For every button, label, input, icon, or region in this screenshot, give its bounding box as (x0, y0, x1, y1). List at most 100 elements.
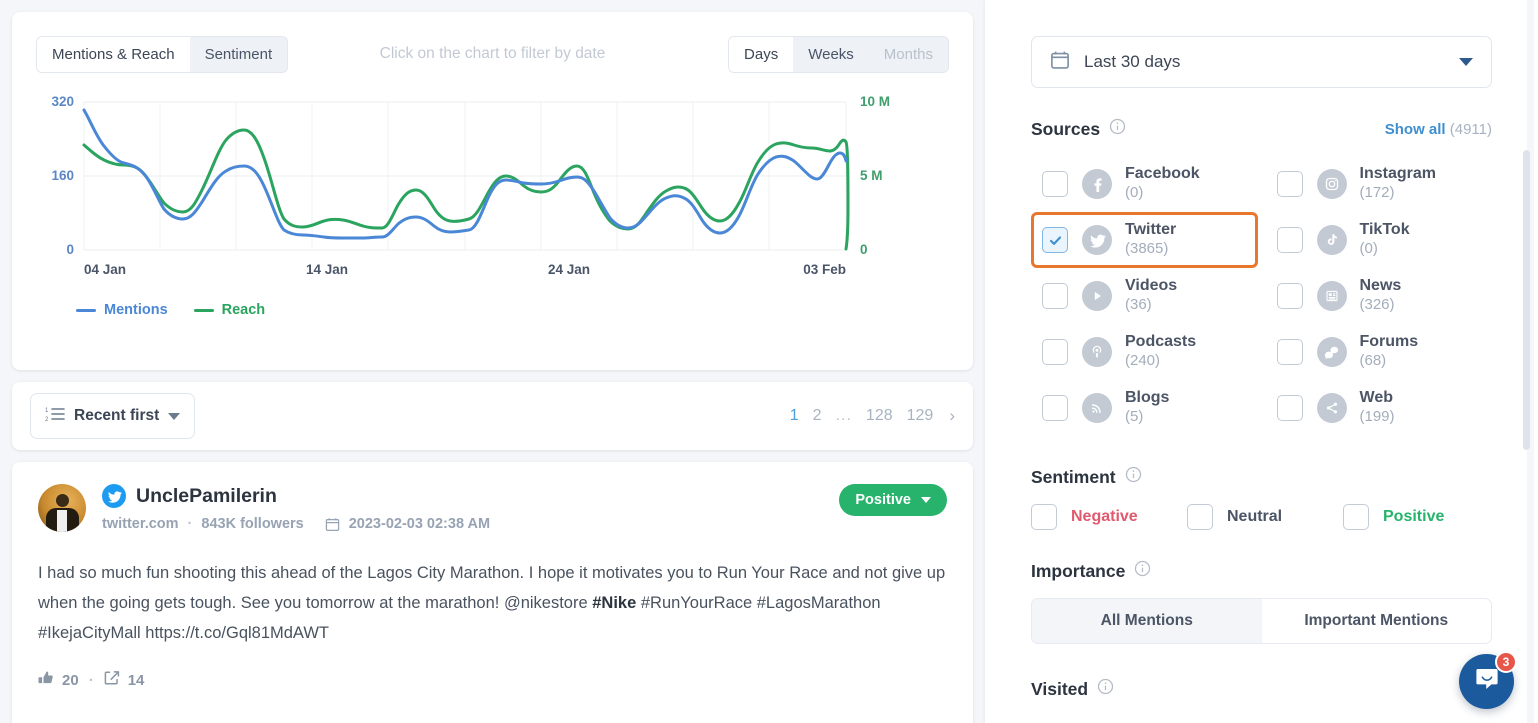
pagination[interactable]: 1 2 ... 128 129 › (790, 406, 955, 426)
tiktok-icon (1316, 225, 1347, 255)
sort-list-icon: 1 2 (45, 405, 65, 428)
chart-card: Mentions & Reach Sentiment Click on the … (12, 12, 973, 370)
source-item-videos[interactable]: Videos (36) (1031, 268, 1258, 324)
sort-order-select[interactable]: 1 2 Recent first (30, 393, 196, 439)
source-item-forums[interactable]: Forums (68) (1266, 324, 1493, 380)
line-chart[interactable]: 320 160 0 10 M 5 M 0 04 Jan 14 Jan 24 Ja… (36, 88, 949, 318)
avatar[interactable] (38, 484, 86, 532)
importance-option-all[interactable]: All Mentions (1032, 599, 1262, 643)
source-count-forums: (68) (1359, 352, 1387, 369)
intercom-launcher-button[interactable]: 3 (1459, 651, 1517, 709)
source-checkbox-instagram[interactable] (1276, 171, 1303, 197)
x-axis-tick-14-jan: 14 Jan (306, 262, 348, 277)
source-checkbox-news[interactable] (1276, 283, 1303, 309)
next-page-button[interactable]: › (947, 406, 955, 426)
sources-title: Sources (1031, 118, 1101, 139)
source-name-blogs: Blogs (1125, 389, 1170, 407)
tab-months: Months (868, 36, 948, 72)
svg-text:1: 1 (45, 408, 49, 414)
info-icon[interactable] (1097, 678, 1114, 700)
tab-weeks[interactable]: Weeks (793, 36, 869, 72)
chart-metric-tabs[interactable]: Mentions & Reach Sentiment (36, 35, 289, 73)
sources-header: Sources Show all (4911) (1031, 118, 1492, 140)
sidebar-scrollbar-track[interactable] (1523, 0, 1534, 723)
source-item-twitter[interactable]: Twitter (3865) (1031, 212, 1258, 268)
page-ellipsis: ... (835, 407, 852, 424)
chart-svg[interactable]: 320 160 0 10 M 5 M 0 04 Jan 14 Jan 24 Ja… (36, 88, 966, 288)
importance-option-important[interactable]: Important Mentions (1262, 599, 1492, 643)
importance-toggle[interactable]: All Mentions Important Mentions (1031, 598, 1492, 644)
mention-sentiment-badge[interactable]: Positive (839, 484, 947, 516)
visited-title: Visited (1031, 678, 1089, 699)
source-count-instagram: (172) (1359, 184, 1395, 201)
source-item-facebook[interactable]: Facebook (0) (1031, 156, 1258, 212)
source-checkbox-videos[interactable] (1042, 283, 1068, 309)
source-text-blogs: Blogs (5) (1125, 389, 1169, 427)
date-range-select[interactable]: Last 30 days (1031, 36, 1492, 88)
mention-username[interactable]: UnclePamilerin (136, 485, 277, 508)
sentiment-checkbox-positive[interactable] (1343, 504, 1369, 530)
mention-name-row: UnclePamilerin (102, 484, 490, 508)
tab-sentiment[interactable]: Sentiment (189, 36, 288, 72)
calendar-icon (325, 517, 340, 532)
source-item-blogs[interactable]: Blogs (5) (1031, 380, 1258, 436)
mention-identity: UnclePamilerin twitter.com · 843K follow… (102, 484, 490, 532)
sentiment-option-negative[interactable]: Negative (1031, 504, 1187, 530)
source-count-videos: (36) (1125, 296, 1152, 313)
page-128[interactable]: 128 (866, 407, 893, 425)
mention-meta: twitter.com · 843K followers 2023-02-03 (102, 516, 490, 532)
source-checkbox-web[interactable] (1276, 395, 1303, 421)
show-all-sources-link[interactable]: Show all (4911) (1385, 121, 1492, 138)
sentiment-label-positive: Positive (1383, 508, 1445, 525)
source-checkbox-blogs[interactable] (1042, 395, 1068, 421)
importance-title: Importance (1031, 560, 1126, 581)
source-checkbox-podcasts[interactable] (1042, 339, 1068, 365)
rss-icon (1082, 393, 1112, 423)
legend-label-reach: Reach (221, 302, 266, 318)
info-icon[interactable] (1134, 560, 1151, 582)
x-axis-tick-24-jan: 24 Jan (548, 262, 590, 277)
avatar-head (56, 494, 69, 507)
news-icon (1316, 281, 1347, 311)
source-checkbox-twitter[interactable] (1042, 227, 1068, 253)
info-icon[interactable] (1125, 466, 1142, 488)
page-2[interactable]: 2 (813, 407, 822, 425)
mention-text-hashtag-nike[interactable]: #Nike (592, 594, 636, 612)
source-checkbox-facebook[interactable] (1042, 171, 1068, 197)
source-text-twitter: Twitter (3865) (1125, 221, 1176, 259)
sentiment-checkbox-neutral[interactable] (1187, 504, 1213, 530)
sidebar-scrollbar-thumb[interactable] (1523, 150, 1530, 450)
source-item-news[interactable]: News (326) (1266, 268, 1493, 324)
show-all-count: (4911) (1449, 120, 1492, 138)
y2-axis-tick-0: 0 (860, 242, 868, 257)
source-item-podcasts[interactable]: Podcasts (240) (1031, 324, 1258, 380)
source-text-tiktok: TikTok (0) (1360, 221, 1410, 259)
thumbs-up-icon (38, 670, 54, 690)
legend-swatch-reach (193, 308, 214, 312)
sentiment-option-positive[interactable]: Positive (1343, 504, 1444, 530)
chart-granularity-tabs[interactable]: Days Weeks Months (728, 35, 949, 73)
mention-followers: 843K followers (201, 516, 304, 532)
info-icon[interactable] (1109, 118, 1126, 140)
source-count-podcasts: (240) (1125, 352, 1161, 369)
source-checkbox-tiktok[interactable] (1276, 227, 1303, 253)
page-1[interactable]: 1 (790, 407, 799, 425)
shares-count: 14 (127, 671, 145, 689)
show-all-label: Show all (1384, 120, 1446, 138)
page-129[interactable]: 129 (907, 407, 934, 425)
source-name-tiktok: TikTok (1359, 221, 1410, 239)
source-item-tiktok[interactable]: TikTok (0) (1266, 212, 1493, 268)
sentiment-option-neutral[interactable]: Neutral (1187, 504, 1343, 530)
tab-days[interactable]: Days (729, 36, 794, 72)
mention-source-domain[interactable]: twitter.com (102, 516, 179, 532)
sentiment-options: Negative Neutral Positive (1031, 504, 1492, 530)
sources-grid: Facebook (0) Instagram (172) Twitter (38… (1031, 156, 1492, 436)
source-checkbox-forums[interactable] (1276, 339, 1303, 365)
source-item-web[interactable]: Web (199) (1266, 380, 1493, 436)
source-item-instagram[interactable]: Instagram (172) (1266, 156, 1493, 212)
importance-header: Importance (1031, 560, 1492, 582)
sentiment-checkbox-negative[interactable] (1031, 504, 1057, 530)
facebook-icon (1082, 169, 1112, 199)
source-name-instagram: Instagram (1359, 165, 1436, 183)
tab-mentions-and-reach[interactable]: Mentions & Reach (37, 36, 190, 72)
